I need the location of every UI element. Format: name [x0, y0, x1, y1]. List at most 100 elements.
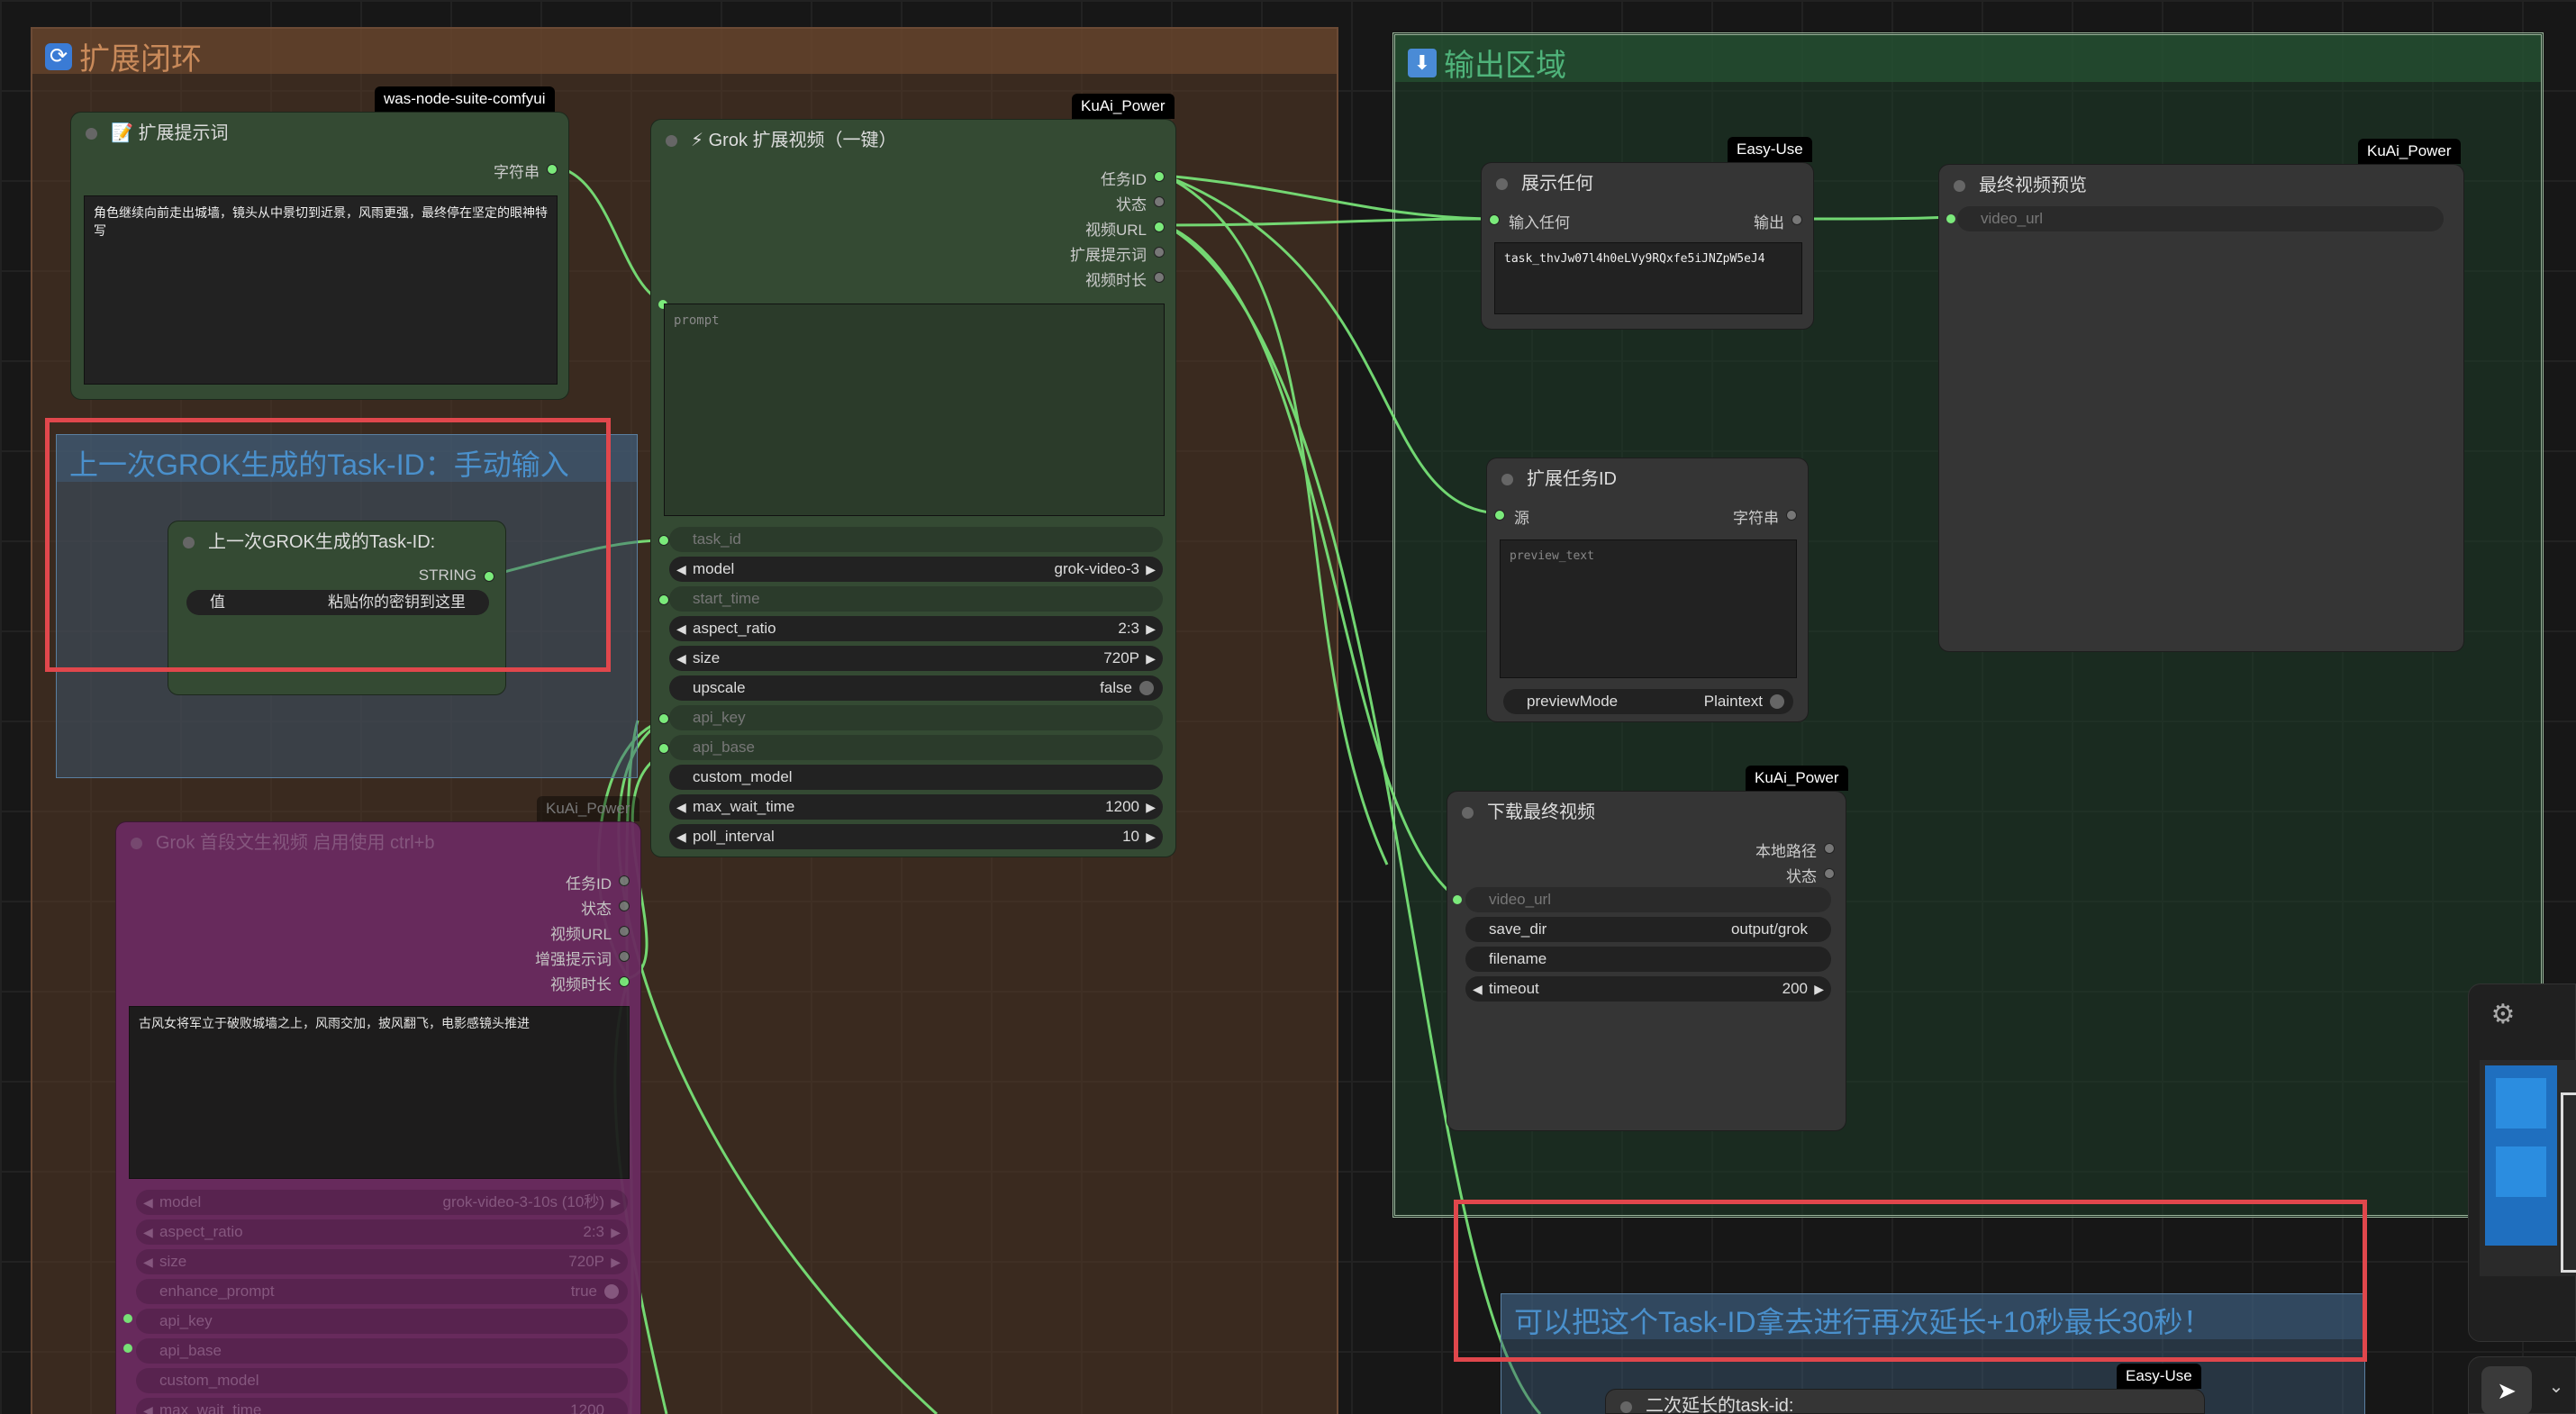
- input-socket-icon[interactable]: [1453, 895, 1462, 904]
- output-string[interactable]: 字符串: [1733, 505, 1797, 528]
- input-socket-icon[interactable]: [1494, 510, 1505, 521]
- arrow-right-icon[interactable]: ▶: [1146, 616, 1156, 641]
- output-task-id[interactable]: 任务ID: [566, 871, 630, 893]
- aspect-ratio-combo[interactable]: ◀ aspect_ratio 2:3 ▶: [136, 1219, 628, 1245]
- arrow-left-icon[interactable]: ◀: [143, 1190, 153, 1215]
- api-key-input[interactable]: api_key: [136, 1309, 628, 1334]
- output-expand-prompt[interactable]: 扩展提示词: [1070, 242, 1165, 265]
- video-url-input[interactable]: video_url: [1957, 206, 2444, 231]
- size-combo[interactable]: ◀ size 720P ▶: [669, 646, 1163, 671]
- arrow-left-icon[interactable]: ◀: [676, 794, 686, 820]
- input-source[interactable]: 源: [1494, 505, 1529, 528]
- video-url-input[interactable]: video_url: [1465, 887, 1831, 912]
- output-socket-icon[interactable]: [619, 951, 630, 962]
- collapse-dot-icon[interactable]: [1954, 180, 1965, 192]
- output-status[interactable]: 状态: [1116, 192, 1165, 214]
- prompt-textarea[interactable]: 角色继续向前走出城墙，镜头从中景切到近景，风雨更强，最终停在坚定的眼神特写: [84, 195, 558, 385]
- arrow-left-icon[interactable]: ◀: [143, 1398, 153, 1414]
- input-socket-icon[interactable]: [123, 1344, 132, 1353]
- collapse-dot-icon[interactable]: [1620, 1401, 1632, 1413]
- output-any[interactable]: 输出: [1754, 210, 1802, 232]
- size-combo[interactable]: ◀ size 720P ▶: [136, 1249, 628, 1274]
- input-any[interactable]: 输入任何: [1489, 210, 1570, 232]
- output-video-url[interactable]: 视频URL: [1085, 217, 1165, 240]
- pointer-icon[interactable]: ➤: [2481, 1366, 2532, 1414]
- output-socket-icon[interactable]: [1786, 510, 1797, 521]
- node-expand-prompt[interactable]: 📝 扩展提示词 字符串 角色继续向前走出城墙，镜头从中景切到近景，风雨更强，最终…: [70, 112, 569, 400]
- input-socket-icon[interactable]: [658, 594, 669, 605]
- custom-model-input[interactable]: custom_model: [136, 1368, 628, 1393]
- output-socket-icon[interactable]: [1154, 222, 1165, 232]
- output-socket-icon[interactable]: [1154, 247, 1165, 258]
- api-base-input[interactable]: api_base: [136, 1338, 628, 1364]
- output-socket-icon[interactable]: [1154, 171, 1165, 182]
- collapse-dot-icon[interactable]: [1496, 178, 1508, 190]
- output-socket-icon[interactable]: [619, 875, 630, 886]
- output-video-duration[interactable]: 视频时长: [1085, 267, 1165, 290]
- custom-model-input[interactable]: custom_model: [669, 765, 1163, 790]
- arrow-left-icon[interactable]: ◀: [143, 1249, 153, 1274]
- output-socket-icon[interactable]: [1154, 272, 1165, 283]
- prompt-textarea[interactable]: 古风女将军立于破败城墙之上，风雨交加，披风翻飞，电影感镜头推进: [129, 1006, 630, 1179]
- api-base-input[interactable]: api_base: [669, 735, 1163, 760]
- upscale-toggle[interactable]: upscale false: [669, 675, 1163, 701]
- output-video-duration[interactable]: 视频时长: [550, 972, 630, 994]
- input-socket-icon[interactable]: [658, 743, 669, 754]
- input-socket-icon[interactable]: [1946, 214, 1955, 223]
- task-id-input[interactable]: task_id: [669, 527, 1163, 552]
- node-second-extend-task-id[interactable]: 二次延长的task-id:: [1605, 1389, 2205, 1414]
- preview-mode-toggle[interactable]: previewMode Plaintext: [1503, 689, 1793, 714]
- toggle-knob-icon[interactable]: [1139, 681, 1154, 695]
- arrow-right-icon[interactable]: ▶: [611, 1190, 621, 1215]
- poll-interval-number[interactable]: ◀ poll_interval 10 ▶: [669, 824, 1163, 849]
- output-string[interactable]: 字符串: [494, 159, 558, 182]
- aspect-ratio-combo[interactable]: ◀ aspect_ratio 2:3 ▶: [669, 616, 1163, 641]
- node-grok-first-video[interactable]: Grok 首段文生视频 启用使用 ctrl+b 任务ID 状态 视频URL 增强…: [115, 821, 641, 1414]
- enhance-prompt-toggle[interactable]: enhance_prompt true: [136, 1279, 628, 1304]
- output-socket-icon[interactable]: [619, 976, 630, 987]
- toggle-knob-icon[interactable]: [1770, 694, 1784, 709]
- output-socket-icon[interactable]: [1154, 196, 1165, 207]
- side-panel[interactable]: ⚙: [2468, 983, 2576, 1342]
- output-enhanced-prompt[interactable]: 增强提示词: [535, 947, 630, 969]
- output-socket-icon[interactable]: [619, 901, 630, 911]
- arrow-right-icon[interactable]: ▶: [1146, 646, 1156, 671]
- max-wait-time-number[interactable]: ◀ max_wait_time 1200 ▶: [669, 794, 1163, 820]
- output-socket-icon[interactable]: [619, 926, 630, 937]
- collapse-dot-icon[interactable]: [131, 838, 142, 849]
- arrow-left-icon[interactable]: ◀: [676, 824, 686, 849]
- input-socket-icon[interactable]: [658, 535, 669, 546]
- toggle-knob-icon[interactable]: [604, 1284, 619, 1299]
- max-wait-time-number[interactable]: ◀ max_wait_time 1200: [136, 1398, 628, 1414]
- node-download-final-video[interactable]: 下载最终视频 本地路径 状态 video_url save_dir output/…: [1447, 791, 1846, 1131]
- input-socket-icon[interactable]: [658, 713, 669, 724]
- arrow-left-icon[interactable]: ◀: [1473, 976, 1483, 1002]
- task-id-display[interactable]: task_thvJw07l4h0eLVy9RQxfe5iJNZpW5eJ4: [1494, 242, 1802, 314]
- collapse-dot-icon[interactable]: [1501, 474, 1513, 485]
- minimap-viewport[interactable]: [2561, 1092, 2576, 1273]
- sliders-icon[interactable]: ⚙: [2485, 997, 2521, 1033]
- preview-textarea[interactable]: preview_text: [1500, 539, 1797, 678]
- arrow-right-icon[interactable]: ▶: [1814, 976, 1824, 1002]
- arrow-right-icon[interactable]: ▶: [1146, 824, 1156, 849]
- prompt-textarea[interactable]: prompt: [664, 304, 1165, 516]
- chevron-down-icon[interactable]: ⌄: [2543, 1373, 2570, 1400]
- arrow-right-icon[interactable]: ▶: [1146, 557, 1156, 582]
- timeout-number[interactable]: ◀ timeout 200 ▶: [1465, 976, 1831, 1002]
- arrow-right-icon[interactable]: ▶: [1146, 794, 1156, 820]
- output-video-url[interactable]: 视频URL: [550, 921, 630, 944]
- output-status[interactable]: 状态: [581, 896, 630, 919]
- collapse-dot-icon[interactable]: [86, 128, 97, 140]
- model-combo[interactable]: ◀ model grok-video-3 ▶: [669, 557, 1163, 582]
- node-grok-expand-video[interactable]: ⚡ Grok 扩展视频（一键） 任务ID 状态 视频URL 扩展提示词 视频时长…: [650, 119, 1176, 857]
- filename-input[interactable]: filename: [1465, 947, 1831, 972]
- minimap[interactable]: [2480, 1060, 2576, 1276]
- output-socket-icon[interactable]: [547, 164, 558, 175]
- arrow-right-icon[interactable]: ▶: [611, 1249, 621, 1274]
- start-time-input[interactable]: start_time: [669, 586, 1163, 612]
- collapse-dot-icon[interactable]: [666, 135, 677, 147]
- arrow-left-icon[interactable]: ◀: [143, 1219, 153, 1245]
- arrow-left-icon[interactable]: ◀: [676, 616, 686, 641]
- node-final-video-preview[interactable]: 最终视频预览 video_url: [1938, 164, 2464, 652]
- output-task-id[interactable]: 任务ID: [1101, 167, 1165, 189]
